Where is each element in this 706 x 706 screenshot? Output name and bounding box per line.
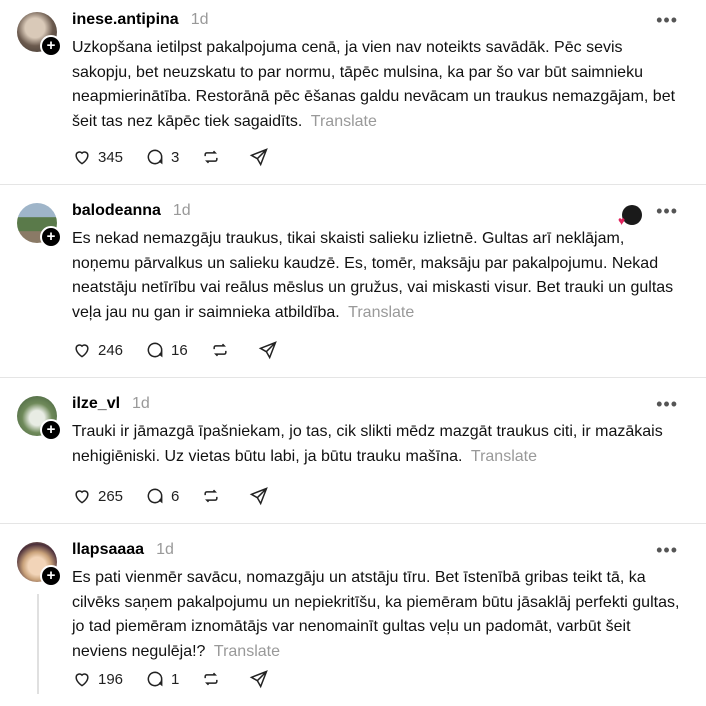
post-body: Trauki ir jāmazgā īpašniekam, jo tas, ci…	[72, 423, 663, 465]
like-count: 246	[98, 341, 124, 359]
reply-count: 3	[171, 148, 180, 166]
avatar[interactable]: +	[17, 542, 62, 587]
action-bar: 246 16	[72, 340, 306, 360]
username[interactable]: inese.antipina	[72, 11, 179, 29]
action-bar: 196 1	[72, 669, 297, 689]
post-header: ilze_vl 1d	[72, 395, 150, 413]
avatar[interactable]: +	[17, 12, 62, 57]
repost-button[interactable]	[201, 669, 227, 689]
comment-icon	[147, 149, 163, 165]
share-icon	[258, 341, 277, 360]
share-icon	[250, 670, 269, 689]
repost-icon	[213, 343, 227, 357]
follow-plus-icon[interactable]: +	[40, 419, 62, 441]
avatar[interactable]: +	[17, 203, 62, 248]
post-header: llapsaaaa 1d	[72, 541, 174, 559]
reply-button[interactable]: 1	[145, 669, 179, 689]
heart-icon	[75, 151, 89, 165]
post-text: Trauki ir jāmazgā īpašniekam, jo tas, ci…	[72, 420, 682, 469]
follow-plus-icon[interactable]: +	[40, 565, 62, 587]
reactor-avatar[interactable]: ♥	[618, 205, 642, 227]
like-button[interactable]: 265	[72, 486, 123, 506]
post-text: Es pati vienmēr savācu, nomazgāju un ats…	[72, 566, 682, 664]
follow-plus-icon[interactable]: +	[40, 35, 62, 57]
share-button[interactable]	[258, 340, 284, 360]
repost-icon	[204, 489, 218, 503]
repost-button[interactable]	[210, 340, 236, 360]
share-button[interactable]	[249, 147, 275, 167]
thread-line	[37, 594, 39, 694]
post: + ilze_vl 1d ••• Trauki ir jāmazgā īpašn…	[0, 378, 706, 524]
like-button[interactable]: 345	[72, 147, 123, 167]
timestamp[interactable]: 1d	[156, 541, 174, 559]
post: + balodeanna 1d ♥ ••• Es nekad nemazgāju…	[0, 185, 706, 378]
avatar[interactable]: +	[17, 396, 62, 441]
action-bar: 345 3	[72, 147, 297, 167]
repost-button[interactable]	[201, 486, 227, 506]
post: + llapsaaaa 1d ••• Es pati vienmēr savāc…	[0, 524, 706, 706]
like-count: 196	[98, 670, 124, 688]
post-body: Es pati vienmēr savācu, nomazgāju un ats…	[72, 569, 680, 660]
repost-button[interactable]	[201, 147, 227, 167]
heart-badge-icon: ♥	[618, 214, 626, 228]
translate-link[interactable]: Translate	[214, 643, 280, 660]
comment-icon	[147, 342, 163, 358]
translate-link[interactable]: Translate	[471, 448, 537, 465]
post: + inese.antipina 1d ••• Uzkopšana ietilp…	[0, 0, 706, 185]
like-button[interactable]: 196	[72, 669, 123, 689]
share-icon	[250, 148, 269, 167]
like-button[interactable]: 246	[72, 340, 123, 360]
more-icon[interactable]: •••	[656, 201, 678, 222]
post-header: balodeanna 1d	[72, 202, 191, 220]
reply-button[interactable]: 16	[145, 340, 188, 360]
post-header: inese.antipina 1d	[72, 11, 209, 29]
username[interactable]: ilze_vl	[72, 395, 120, 413]
more-icon[interactable]: •••	[656, 10, 678, 31]
repost-icon	[204, 150, 218, 164]
repost-icon	[204, 672, 218, 686]
follow-plus-icon[interactable]: +	[40, 226, 62, 248]
translate-link[interactable]: Translate	[311, 113, 377, 130]
action-bar: 265 6	[72, 486, 297, 506]
reply-button[interactable]: 3	[145, 147, 179, 167]
comment-icon	[147, 671, 163, 687]
comment-icon	[147, 488, 163, 504]
post-text: Uzkopšana ietilpst pakalpojuma cenā, ja …	[72, 36, 682, 134]
more-icon[interactable]: •••	[656, 394, 678, 415]
reply-count: 16	[171, 341, 188, 359]
like-count: 345	[98, 148, 124, 166]
username[interactable]: llapsaaaa	[72, 541, 144, 559]
timestamp[interactable]: 1d	[132, 395, 150, 413]
reply-count: 1	[171, 670, 180, 688]
heart-icon	[75, 673, 89, 687]
reply-button[interactable]: 6	[145, 486, 179, 506]
username[interactable]: balodeanna	[72, 202, 161, 220]
heart-icon	[75, 344, 89, 358]
heart-icon	[75, 490, 89, 504]
share-button[interactable]	[249, 669, 275, 689]
timestamp[interactable]: 1d	[173, 202, 191, 220]
reply-count: 6	[171, 487, 180, 505]
like-count: 265	[98, 487, 124, 505]
translate-link[interactable]: Translate	[348, 304, 414, 321]
post-text: Es nekad nemazgāju traukus, tikai skaist…	[72, 227, 682, 325]
timestamp[interactable]: 1d	[191, 11, 209, 29]
share-button[interactable]	[249, 486, 275, 506]
more-icon[interactable]: •••	[656, 540, 678, 561]
share-icon	[250, 487, 269, 506]
